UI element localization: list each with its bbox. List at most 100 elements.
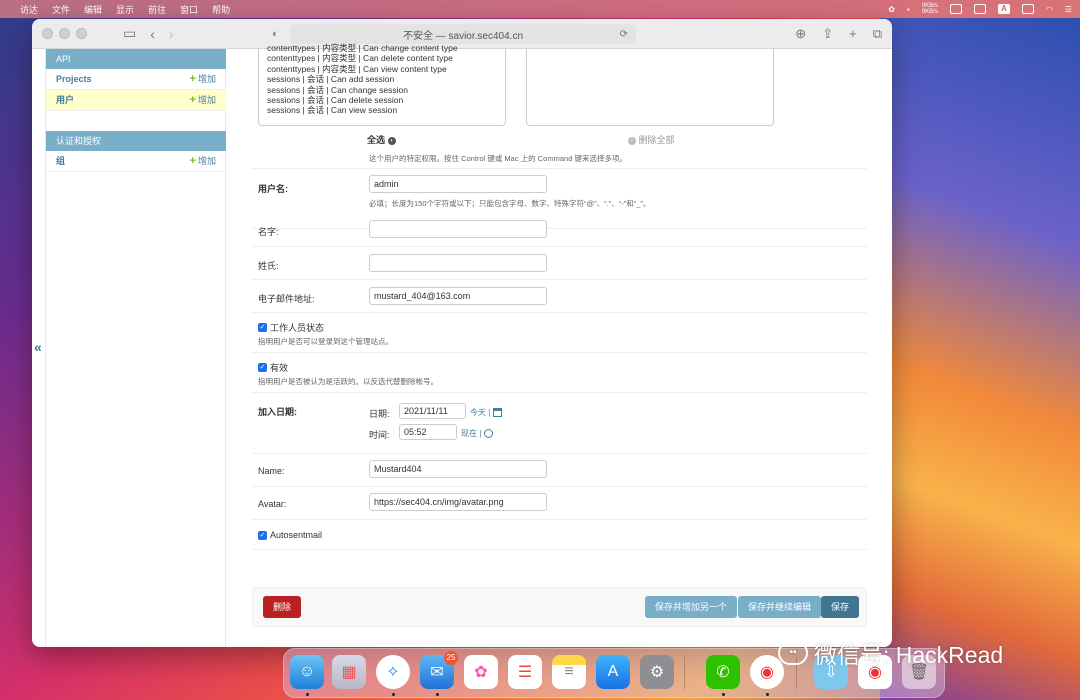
now-link[interactable]: 现在 |	[461, 428, 493, 439]
staff-help: 指明用户是否可以登录到这个管理站点。	[258, 337, 393, 346]
active-checkbox[interactable]: ✓	[258, 363, 267, 372]
sidebar-link[interactable]: 组	[56, 151, 65, 171]
first-name-input[interactable]	[369, 220, 547, 238]
calendar-icon[interactable]	[492, 408, 502, 418]
name-label: Name:	[258, 466, 285, 476]
finder-icon[interactable]: ☺	[290, 655, 324, 689]
menu-go[interactable]: 前往	[148, 3, 166, 16]
available-permissions[interactable]: contenttypes | 内容类型 | Can change content…	[258, 43, 506, 126]
system-preferences-icon[interactable]: ⚙	[640, 655, 674, 689]
battery-icon[interactable]	[1021, 4, 1034, 14]
sidebar-item-projects[interactable]: Projects + 增加	[46, 69, 226, 90]
time-label: 时间:	[369, 430, 390, 440]
sidebar-link[interactable]: Projects	[56, 69, 92, 89]
last-name-input[interactable]	[369, 254, 547, 272]
sidebar-item-users[interactable]: 用户 + 增加	[46, 90, 226, 111]
input-method-icon[interactable]: A	[997, 4, 1010, 14]
delete-button[interactable]: 删除	[263, 596, 302, 618]
new-tab-icon[interactable]: +	[849, 26, 857, 42]
username-input[interactable]: admin	[369, 175, 547, 193]
zoom-button[interactable]	[76, 28, 87, 39]
forward-icon[interactable]: ›	[169, 26, 174, 42]
plus-icon: +	[189, 73, 196, 85]
safari-icon[interactable]: ✧	[376, 655, 410, 689]
menu-view[interactable]: 显示	[116, 3, 134, 16]
display-icon[interactable]	[973, 4, 986, 14]
collapse-icon[interactable]: «	[34, 339, 42, 355]
menu-window[interactable]: 窗口	[180, 3, 198, 16]
back-icon[interactable]: ‹	[150, 26, 155, 42]
submit-row: 删除 保存并增加另一个 保存并继续编辑 保存	[252, 587, 867, 627]
staff-checkbox[interactable]: ✓	[258, 323, 267, 332]
reload-icon[interactable]: ⟳	[620, 29, 628, 40]
share-icon[interactable]: ⇪	[822, 26, 833, 42]
module-caption[interactable]: API	[46, 49, 226, 69]
shield-icon[interactable]: ◐	[272, 28, 279, 40]
list-item[interactable]: sessions | 会话 | Can add session	[267, 74, 497, 84]
name-input[interactable]: Mustard404	[369, 460, 547, 478]
clock-icon[interactable]	[483, 429, 493, 439]
menu-edit[interactable]: 编辑	[84, 3, 102, 16]
field-is-staff: ✓ 工作人员状态 指明用户是否可以登录到这个管理站点。	[252, 313, 867, 353]
photos-icon[interactable]: ✿	[464, 655, 498, 689]
list-item[interactable]: contenttypes | 内容类型 | Can change content…	[267, 43, 497, 53]
add-link[interactable]: + 增加	[190, 69, 216, 89]
date-joined-label: 加入日期:	[258, 407, 297, 417]
menu-file[interactable]: 文件	[52, 3, 70, 16]
field-autosentmail: ✓ Autosentmail	[252, 520, 867, 550]
save-add-another-button[interactable]: 保存并增加另一个	[645, 596, 738, 618]
today-link[interactable]: 今天 |	[470, 407, 502, 418]
address-bar[interactable]: ◐ 不安全 — savior.sec404.cn ⟳	[272, 24, 636, 44]
staff-checkbox-row[interactable]: ✓ 工作人员状态	[258, 321, 324, 334]
plus-icon: +	[189, 94, 196, 106]
tabs-overview-icon[interactable]: ⧉	[873, 26, 882, 42]
arrow-right-icon: ›	[387, 136, 396, 145]
list-item[interactable]: sessions | 会话 | Can change session	[267, 85, 497, 95]
email-input[interactable]: mustard_404@163.com	[369, 287, 547, 305]
sidebar-link[interactable]: 用户	[56, 90, 74, 110]
wifi-icon[interactable]: ◠	[1046, 5, 1053, 14]
list-item[interactable]: contenttypes | 内容类型 | Can view content t…	[267, 64, 497, 74]
avatar-input[interactable]: https://sec404.cn/img/avatar.png	[369, 493, 547, 511]
add-link[interactable]: + 增加	[190, 151, 216, 171]
wechat-icon[interactable]: ✆	[706, 655, 740, 689]
tray-icon[interactable]: ▪	[907, 5, 910, 14]
date-input[interactable]: 2021/11/11	[399, 403, 466, 419]
remove-all-link[interactable]: ‹ 删除全部	[628, 133, 675, 146]
save-continue-button[interactable]: 保存并继续编辑	[738, 596, 822, 618]
download-icon[interactable]: ⊕	[795, 26, 806, 42]
username-help: 必填；长度为150个字符或以下；只能包含字母、数字、特殊字符“@”、“.”、“-…	[369, 199, 651, 208]
list-item[interactable]: contenttypes | 内容类型 | Can delete content…	[267, 53, 497, 63]
reminders-icon[interactable]: ☰	[508, 655, 542, 689]
sidebar-toggle-icon[interactable]: ▭	[123, 25, 136, 42]
launchpad-icon[interactable]: ▦	[332, 655, 366, 689]
mail-icon[interactable]: ✉ 25	[420, 651, 458, 689]
time-input[interactable]: 05:52	[399, 424, 457, 440]
module-caption[interactable]: 认证和授权	[46, 131, 226, 151]
list-item[interactable]: sessions | 会话 | Can view session	[267, 105, 497, 115]
choose-all-link[interactable]: 全选 ›	[367, 133, 396, 146]
field-first-name: 名字:	[252, 209, 867, 247]
running-dot	[766, 693, 769, 696]
menu-help[interactable]: 帮助	[212, 3, 230, 16]
permissions-help: 这个用户的特定权限。按住 Control 键或 Mac 上的 Command 键…	[369, 154, 627, 163]
autosentmail-checkbox[interactable]: ✓	[258, 530, 267, 540]
admin-sidebar: API Projects + 增加 用户 + 增加 认证和授权 组 + 增加	[46, 49, 226, 647]
menu-finder[interactable]: 访达	[20, 3, 38, 16]
list-item[interactable]: sessions | 会话 | Can delete session	[267, 95, 497, 105]
nav-collapse[interactable]: «	[32, 49, 46, 647]
sidebar-item-groups[interactable]: 组 + 增加	[46, 151, 226, 172]
close-button[interactable]	[42, 28, 53, 39]
wechat-status-icon[interactable]: ✿	[888, 5, 895, 14]
chosen-permissions[interactable]	[526, 49, 774, 126]
notes-icon[interactable]: ≡	[552, 655, 586, 689]
active-checkbox-row[interactable]: ✓ 有效	[258, 361, 288, 374]
add-link[interactable]: + 增加	[190, 90, 216, 110]
control-center-icon[interactable]: ☰	[1065, 5, 1072, 14]
module-auth: 认证和授权 组 + 增加	[46, 131, 226, 172]
save-button[interactable]: 保存	[821, 596, 860, 618]
screen-mirror-icon[interactable]	[949, 4, 962, 14]
app-store-icon[interactable]: A	[596, 655, 630, 689]
minimize-button[interactable]	[59, 28, 70, 39]
autosentmail-checkbox-row[interactable]: ✓ Autosentmail	[258, 530, 322, 540]
